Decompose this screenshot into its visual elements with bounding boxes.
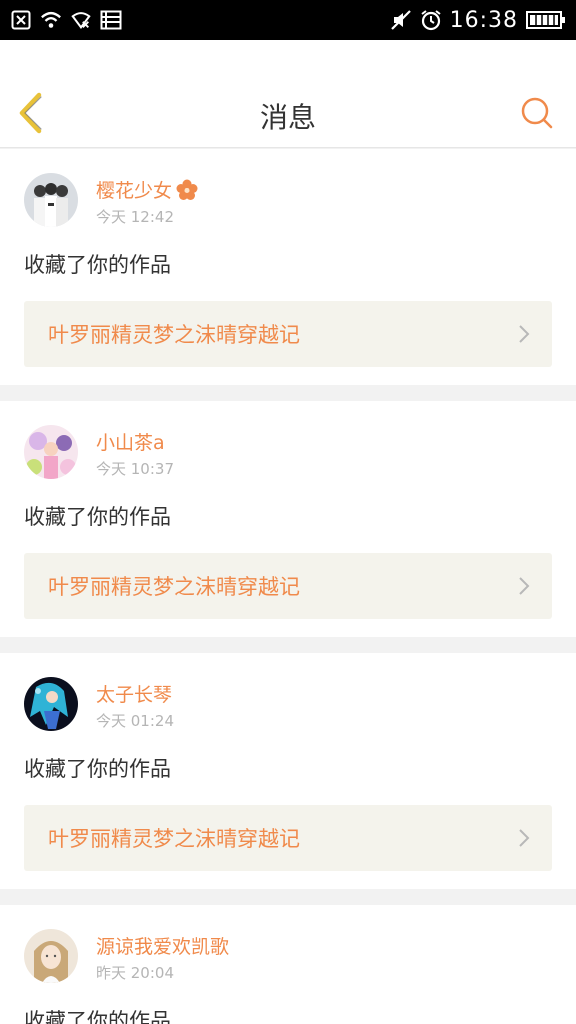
message-list: 樱花少女 今天 12:42 收藏了你的作品 叶罗丽精灵梦之沫晴穿越记 小山茶a … (0, 149, 576, 1024)
message-header: 源谅我爱欢凯歌 昨天 20:04 (0, 905, 576, 987)
username-label: 源谅我爱欢凯歌 (96, 936, 230, 958)
notification-close-icon (10, 9, 32, 31)
message-time: 昨天 20:04 (96, 964, 174, 982)
username-label: 太子长琴 (96, 684, 173, 706)
message-time: 今天 12:42 (96, 208, 174, 226)
chevron-right-icon (519, 325, 530, 343)
message-header: 太子长琴 今天 01:24 (0, 653, 576, 735)
work-link[interactable]: 叶罗丽精灵梦之沫晴穿越记 (24, 553, 552, 619)
status-icons-right: 16:38 (390, 8, 566, 33)
message-card: 太子长琴 今天 01:24 收藏了你的作品 叶罗丽精灵梦之沫晴穿越记 (0, 653, 576, 889)
message-card: 樱花少女 今天 12:42 收藏了你的作品 叶罗丽精灵梦之沫晴穿越记 (0, 149, 576, 385)
work-title: 叶罗丽精灵梦之沫晴穿越记 (48, 323, 300, 347)
username[interactable]: 太子长琴 (96, 680, 172, 707)
message-action: 收藏了你的作品 (24, 253, 171, 277)
message-card: 源谅我爱欢凯歌 昨天 20:04 收藏了你的作品 (0, 905, 576, 1024)
message-header: 小山茶a 今天 10:37 (0, 401, 576, 483)
message-header: 樱花少女 今天 12:42 (0, 149, 576, 231)
message-time: 今天 10:37 (96, 460, 174, 478)
work-title: 叶罗丽精灵梦之沫晴穿越记 (48, 575, 300, 599)
username-label: 小山茶a (96, 432, 165, 454)
search-button[interactable] (520, 96, 554, 130)
header-bar: 消息 (0, 40, 576, 148)
alarm-icon (420, 9, 442, 31)
message-action: 收藏了你的作品 (24, 505, 171, 529)
message-card: 小山茶a 今天 10:37 收藏了你的作品 叶罗丽精灵梦之沫晴穿越记 (0, 401, 576, 637)
message-action: 收藏了你的作品 (24, 1009, 171, 1024)
avatar[interactable] (24, 173, 78, 227)
status-bar: 16:38 (0, 0, 576, 40)
avatar[interactable] (24, 677, 78, 731)
username[interactable]: 小山茶a (96, 428, 165, 455)
chevron-right-icon (519, 577, 530, 595)
flower-icon (176, 179, 198, 200)
page-title: 消息 (259, 101, 316, 134)
chevron-right-icon (519, 829, 530, 847)
signal-icon (70, 9, 92, 31)
status-icons-left (10, 9, 122, 31)
username-label: 樱花少女 (96, 180, 173, 202)
work-link[interactable]: 叶罗丽精灵梦之沫晴穿越记 (24, 805, 552, 871)
username[interactable]: 樱花少女 (96, 176, 198, 203)
username[interactable]: 源谅我爱欢凯歌 (96, 932, 229, 959)
mute-icon (390, 9, 412, 31)
work-title: 叶罗丽精灵梦之沫晴穿越记 (48, 827, 300, 851)
search-icon (521, 97, 553, 129)
wifi-icon (40, 9, 62, 31)
battery-icon (526, 9, 566, 31)
message-time: 今天 01:24 (96, 712, 174, 730)
avatar[interactable] (24, 425, 78, 479)
storage-icon (100, 9, 122, 31)
work-link[interactable]: 叶罗丽精灵梦之沫晴穿越记 (24, 301, 552, 367)
avatar[interactable] (24, 929, 78, 983)
message-action: 收藏了你的作品 (24, 757, 171, 781)
status-time: 16:38 (449, 7, 518, 33)
